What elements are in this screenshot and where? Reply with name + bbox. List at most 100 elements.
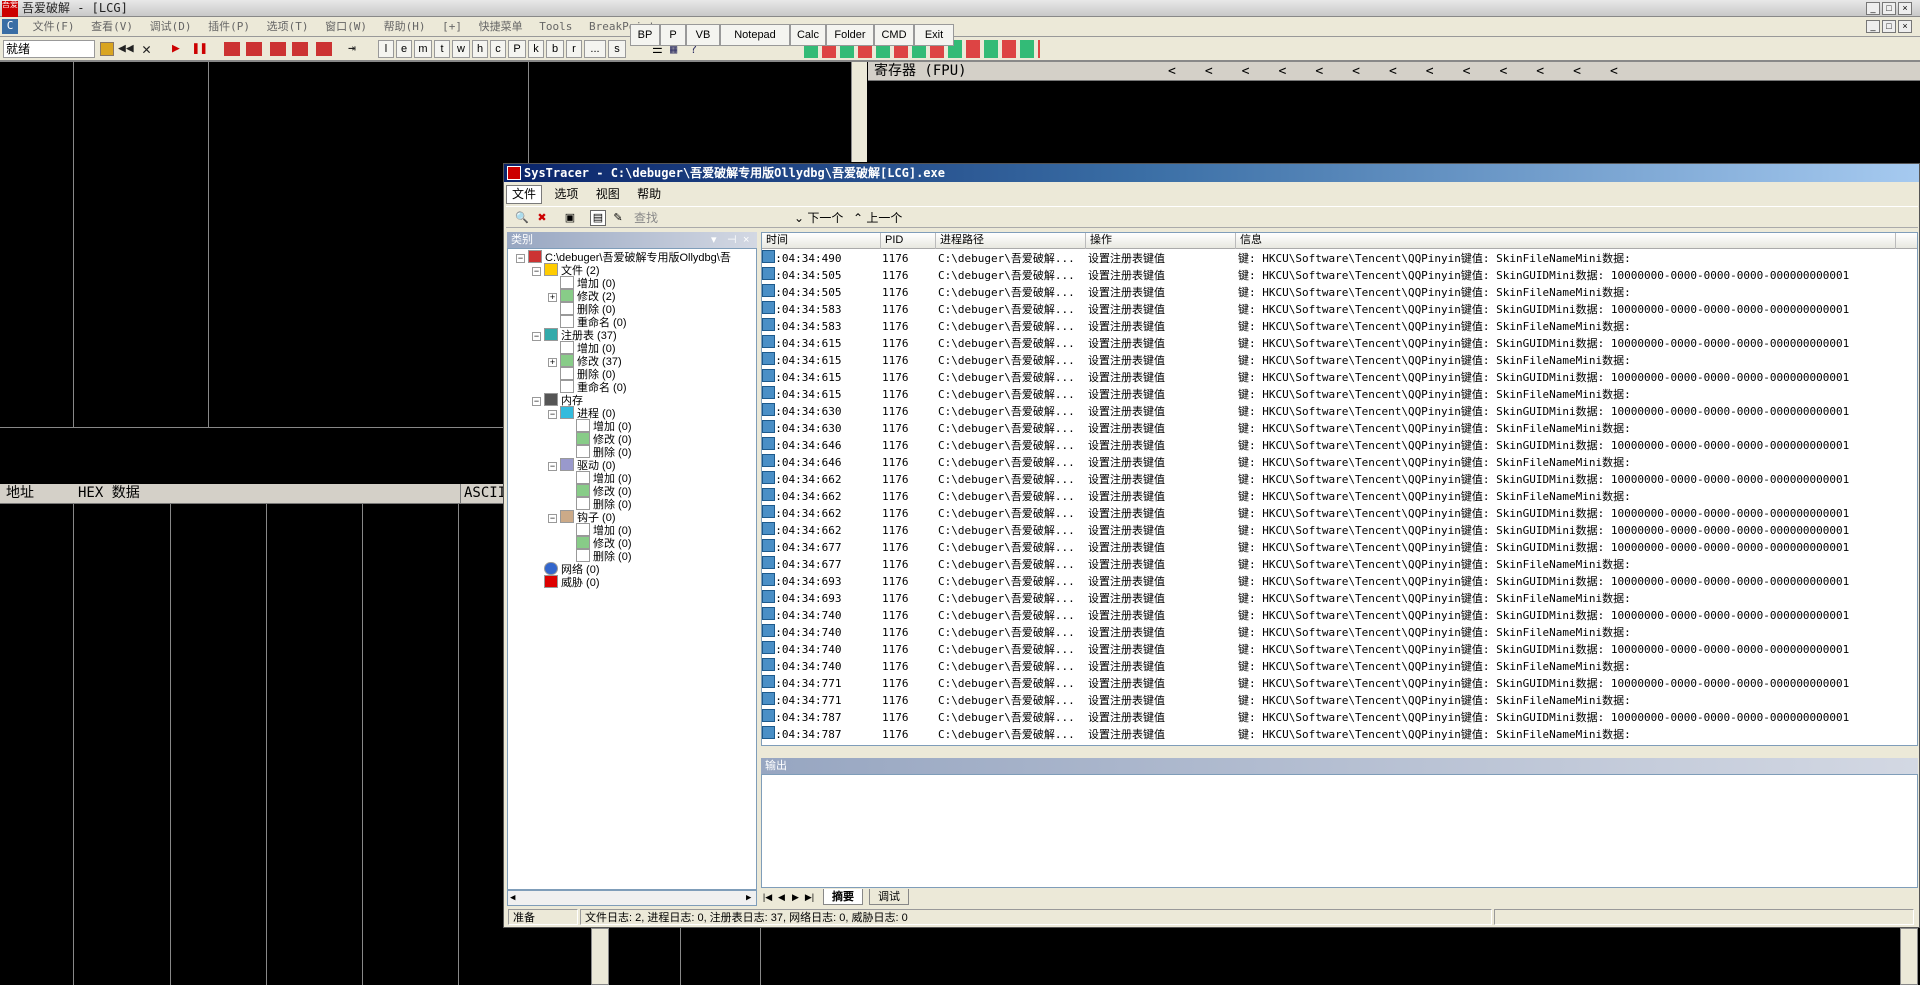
menu-view[interactable]: 查看(V)	[91, 20, 133, 33]
table-row[interactable]: 12:04:34:693 1176 C:\debuger\吾爱破解... 设置注册表键…	[762, 590, 1917, 607]
table-row[interactable]: 12:04:34:505 1176 C:\debuger\吾爱破解... 设置注册表键…	[762, 267, 1917, 284]
trace-into-icon[interactable]	[270, 42, 286, 56]
window-l-button[interactable]: l	[378, 40, 394, 58]
menu-shortcut[interactable]: 快捷菜单	[479, 20, 523, 33]
notepad-button[interactable]: Notepad	[720, 24, 790, 46]
stack-scrollbar[interactable]	[591, 928, 609, 985]
col-time[interactable]: 时间	[762, 233, 881, 249]
stop-scan-icon[interactable]: ✖	[534, 210, 550, 226]
register-arrow[interactable]: <	[1426, 64, 1463, 79]
maximize-icon[interactable]: □	[1882, 2, 1896, 15]
window-h-button[interactable]: h	[472, 40, 488, 58]
minimize-icon[interactable]: _	[1866, 2, 1880, 15]
st-menu-file[interactable]: 文件	[506, 185, 543, 204]
cmd-button[interactable]: CMD	[874, 24, 914, 46]
col-path[interactable]: 进程路径	[936, 233, 1086, 249]
window-t-button[interactable]: t	[434, 40, 450, 58]
register-arrow[interactable]: <	[1610, 64, 1647, 79]
menu-window[interactable]: 窗口(W)	[325, 20, 367, 33]
st-menu-options[interactable]: 选项	[549, 186, 583, 203]
table-row[interactable]: 12:04:34:740 1176 C:\debuger\吾爱破解... 设置注册表键…	[762, 624, 1917, 641]
arrow-right-icon[interactable]: ▶	[746, 891, 751, 905]
chevron-down-icon[interactable]: ▾	[711, 232, 717, 248]
exit-button[interactable]: Exit	[914, 24, 954, 46]
table-row[interactable]: 12:04:34:787 1176 C:\debuger\吾爱破解... 设置注册表键…	[762, 709, 1917, 726]
expand-toggle[interactable]: −	[548, 462, 557, 471]
tree-threat[interactable]: 威胁 (0)	[544, 575, 600, 591]
cpu-scrollbar[interactable]	[851, 62, 867, 162]
col-operation[interactable]: 操作	[1086, 233, 1236, 249]
scan-icon[interactable]: 🔍	[514, 210, 530, 226]
table-row[interactable]: 12:04:34:490 1176 C:\debuger\吾爱破解... 设置注册表键…	[762, 250, 1917, 267]
table-row[interactable]: 12:04:34:740 1176 C:\debuger\吾爱破解... 设置注册表键…	[762, 658, 1917, 675]
trace-over-icon[interactable]	[292, 42, 308, 56]
table-row[interactable]: 12:04:34:740 1176 C:\debuger\吾爱破解... 设置注册表键…	[762, 607, 1917, 624]
menu-file[interactable]: 文件(F)	[33, 20, 75, 33]
expand-toggle[interactable]: −	[532, 267, 541, 276]
run-icon[interactable]: ▶	[172, 41, 180, 56]
menu-debug[interactable]: 调试(D)	[150, 20, 192, 33]
register-arrow[interactable]: <	[1536, 64, 1573, 79]
close-icon[interactable]: ×	[1898, 2, 1912, 15]
first-tab-icon[interactable]: |◀	[761, 889, 774, 906]
vb-button[interactable]: VB	[686, 24, 720, 46]
expand-toggle[interactable]: −	[532, 332, 541, 341]
table-row[interactable]: 12:04:34:505 1176 C:\debuger\吾爱破解... 设置注册表键…	[762, 284, 1917, 301]
register-arrow[interactable]: <	[1205, 64, 1242, 79]
expand-toggle[interactable]: −	[548, 514, 557, 523]
register-arrow[interactable]: <	[1242, 64, 1279, 79]
menu-tools[interactable]: Tools	[539, 20, 572, 33]
child-minimize-icon[interactable]: _	[1866, 20, 1880, 33]
table-row[interactable]: 12:04:34:615 1176 C:\debuger\吾爱破解... 设置注册表键…	[762, 335, 1917, 352]
calc-button[interactable]: Calc	[790, 24, 826, 46]
table-row[interactable]: 12:04:34:615 1176 C:\debuger\吾爱破解... 设置注册表键…	[762, 369, 1917, 386]
p-button[interactable]: P	[660, 24, 686, 46]
window-more-button[interactable]: ...	[584, 40, 606, 58]
menu-plugins[interactable]: 插件(P)	[208, 20, 250, 33]
register-arrow[interactable]: <	[1168, 64, 1205, 79]
child-maximize-icon[interactable]: □	[1882, 20, 1896, 33]
close-icon[interactable]: ×	[743, 232, 749, 248]
table-row[interactable]: 12:04:34:615 1176 C:\debuger\吾爱破解... 设置注册表键…	[762, 386, 1917, 403]
tab-debug[interactable]: 调试	[869, 889, 909, 905]
table-row[interactable]: 12:04:34:583 1176 C:\debuger\吾爱破解... 设置注册表键…	[762, 318, 1917, 335]
step-into-icon[interactable]	[224, 42, 240, 56]
register-arrows[interactable]: <<<<<<<<<<<<<	[1168, 62, 1768, 81]
table-row[interactable]: 12:04:34:583 1176 C:\debuger\吾爱破解... 设置注册表键…	[762, 301, 1917, 318]
tree-horizontal-scrollbar[interactable]: ◀ ▶	[507, 890, 757, 906]
col-pid[interactable]: PID	[881, 233, 936, 249]
table-row[interactable]: 12:04:34:787 1176 C:\debuger\吾爱破解... 设置注册表键…	[762, 726, 1917, 743]
table-row[interactable]: 12:04:34:677 1176 C:\debuger\吾爱破解... 设置注册表键…	[762, 539, 1917, 556]
register-arrow[interactable]: <	[1573, 64, 1610, 79]
prev-button[interactable]: ⌃ 上一个	[853, 210, 902, 226]
table-row[interactable]: 12:04:34:771 1176 C:\debuger\吾爱破解... 设置注册表键…	[762, 675, 1917, 692]
col-info[interactable]: 信息	[1236, 233, 1896, 249]
table-row[interactable]: 12:04:34:771 1176 C:\debuger\吾爱破解... 设置注册表键…	[762, 692, 1917, 709]
next-button[interactable]: ⌄ 下一个	[794, 210, 843, 226]
snapshot-icon[interactable]: ▣	[562, 210, 578, 226]
table-row[interactable]: 12:04:34:740 1176 C:\debuger\吾爱破解... 设置注册表键…	[762, 641, 1917, 658]
register-arrow[interactable]: <	[1315, 64, 1352, 79]
register-arrow[interactable]: <	[1463, 64, 1500, 79]
register-arrow[interactable]: <	[1389, 64, 1426, 79]
menu-help[interactable]: 帮助(H)	[384, 20, 426, 33]
filter-icon[interactable]: ▤	[590, 210, 606, 226]
pause-icon[interactable]: ❚❚	[192, 41, 208, 56]
output-panel[interactable]	[761, 774, 1918, 888]
table-row[interactable]: 12:04:34:677 1176 C:\debuger\吾爱破解... 设置注册表键…	[762, 556, 1917, 573]
table-row[interactable]: 12:04:34:662 1176 C:\debuger\吾爱破解... 设置注册表键…	[762, 471, 1917, 488]
window-r-button[interactable]: r	[566, 40, 582, 58]
last-tab-icon[interactable]: ▶|	[803, 889, 816, 906]
window-m-button[interactable]: m	[414, 40, 432, 58]
window-p-button[interactable]: P	[508, 40, 526, 58]
table-row[interactable]: 12:04:34:693 1176 C:\debuger\吾爱破解... 设置注册表键…	[762, 573, 1917, 590]
window-b-button[interactable]: b	[546, 40, 564, 58]
table-row[interactable]: 12:04:34:646 1176 C:\debuger\吾爱破解... 设置注册表键…	[762, 437, 1917, 454]
table-row[interactable]: 12:04:34:646 1176 C:\debuger\吾爱破解... 设置注册表键…	[762, 454, 1917, 471]
bp-button[interactable]: BP	[630, 24, 660, 46]
menu-options[interactable]: 选项(T)	[267, 20, 309, 33]
expand-toggle[interactable]: −	[516, 254, 525, 263]
register-arrow[interactable]: <	[1499, 64, 1536, 79]
table-row[interactable]: 12:04:34:615 1176 C:\debuger\吾爱破解... 设置注册表键…	[762, 352, 1917, 369]
arrow-left-icon[interactable]: ◀	[510, 891, 515, 905]
